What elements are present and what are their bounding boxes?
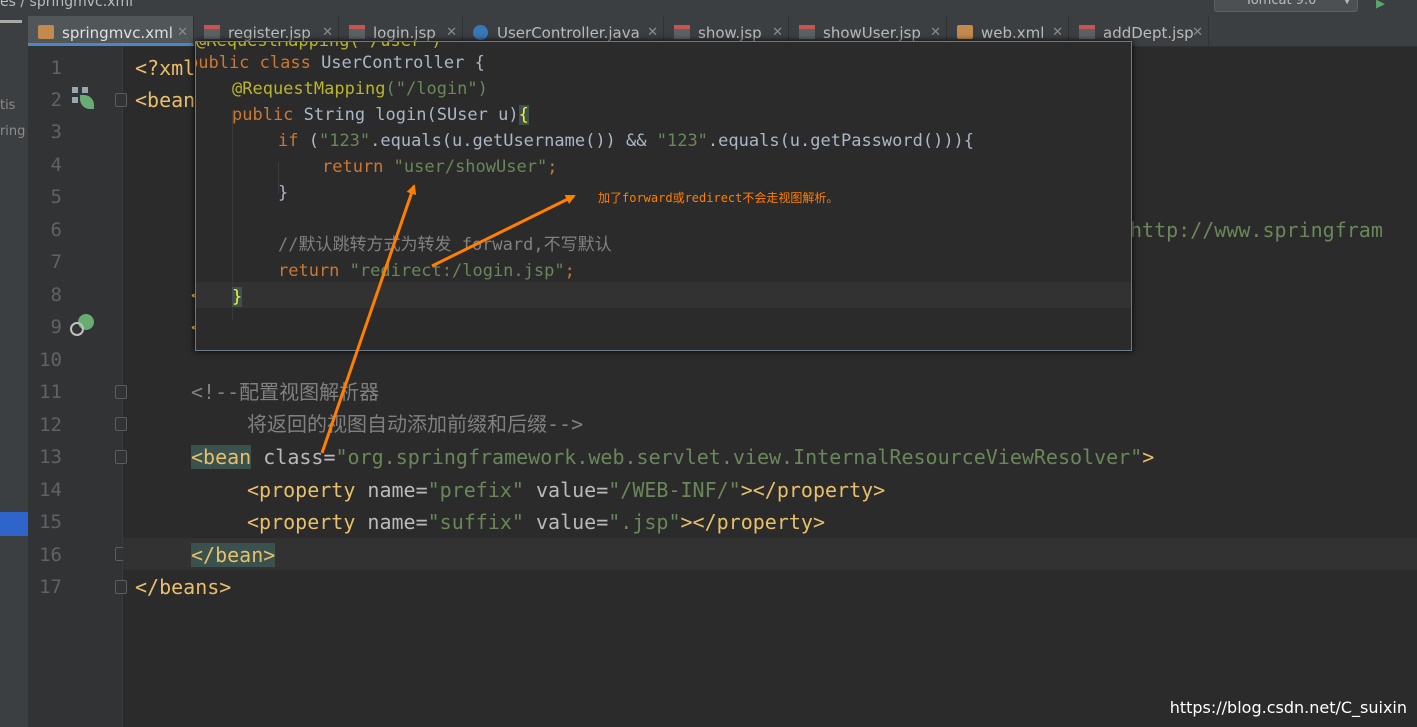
watermark: https://blog.csdn.net/C_suixin bbox=[1169, 698, 1407, 717]
arrow-to-return-statement bbox=[320, 184, 417, 454]
annotation-arrows bbox=[320, 184, 576, 454]
arrow-to-note bbox=[431, 194, 576, 268]
